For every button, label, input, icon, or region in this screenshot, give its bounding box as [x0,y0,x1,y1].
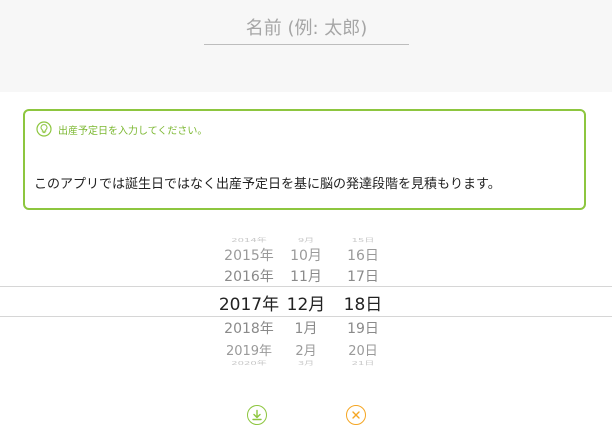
month-option[interactable]: 10月 [281,245,331,265]
day-option[interactable]: 16日 [338,245,388,265]
confirm-button[interactable] [247,405,267,425]
month-column[interactable]: 9月 10月 11月 12月 1月 2月 3月 [281,230,331,370]
day-option[interactable]: 17日 [338,266,388,286]
name-input[interactable] [204,12,409,45]
month-option[interactable]: 1月 [281,318,331,338]
due-date-picker[interactable]: 2014年 2015年 2016年 2017年 2018年 2019年 2020… [0,230,612,370]
day-option[interactable]: 21日 [338,358,388,367]
name-entry-area [0,0,612,92]
selected-day[interactable]: 18日 [338,290,388,315]
year-option[interactable]: 2020年 [209,358,289,367]
year-option[interactable]: 2019年 [209,340,289,359]
selected-year[interactable]: 2017年 [209,290,289,315]
close-icon [352,411,360,419]
year-column[interactable]: 2014年 2015年 2016年 2017年 2018年 2019年 2020… [209,230,289,370]
month-option[interactable]: 9月 [281,235,331,244]
cancel-button[interactable] [346,405,366,425]
day-option[interactable]: 15日 [338,235,388,244]
year-option[interactable]: 2014年 [209,235,289,244]
download-arrow-icon [252,409,262,421]
selected-month[interactable]: 12月 [281,290,331,315]
day-column[interactable]: 15日 16日 17日 18日 19日 20日 21日 [338,230,388,370]
info-description: このアプリでは誕生日ではなく出産予定日を基に脳の発達段階を見積もります。 [34,177,501,192]
info-box: 出産予定日を入力してください。 このアプリでは誕生日ではなく出産予定日を基に脳の… [23,109,586,210]
month-option[interactable]: 2月 [281,340,331,359]
lightbulb-icon [36,121,52,137]
info-title: 出産予定日を入力してください。 [58,126,208,137]
year-option[interactable]: 2016年 [209,266,289,286]
month-option[interactable]: 11月 [281,266,331,286]
year-option[interactable]: 2015年 [209,245,289,265]
day-option[interactable]: 20日 [338,340,388,359]
day-option[interactable]: 19日 [338,318,388,338]
month-option[interactable]: 3月 [281,358,331,367]
year-option[interactable]: 2018年 [209,318,289,338]
